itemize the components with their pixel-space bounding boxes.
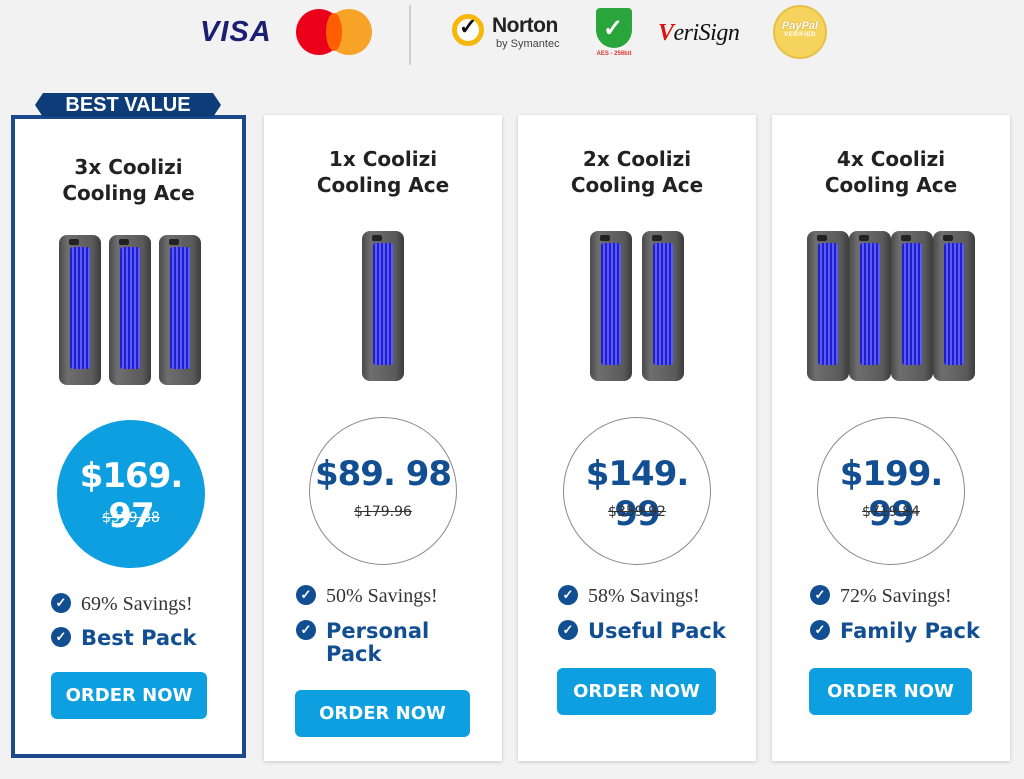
pack-feature: ✓ Family Pack <box>810 620 980 643</box>
check-icon: ✓ <box>51 593 71 613</box>
verisign-logo: VeriSign <box>658 20 740 46</box>
pricing-card-3x: 3x Coolizi Cooling Ace $169. 97 $539.88 … <box>11 115 246 758</box>
check-icon: ✓ <box>51 627 71 647</box>
price: $199. 99 <box>839 454 944 534</box>
order-now-button[interactable]: ORDER NOW <box>809 668 972 715</box>
savings-feature: ✓ 50% Savings! <box>296 585 438 607</box>
visa-logo: VISA <box>200 16 272 48</box>
check-icon: ✓ <box>810 620 830 640</box>
price-circle: $149. 99 $359.92 <box>563 417 711 565</box>
check-icon: ✓ <box>810 585 830 605</box>
old-price: $719.84 <box>862 504 920 520</box>
order-now-button[interactable]: ORDER NOW <box>51 672 207 719</box>
product-image <box>264 231 502 381</box>
old-price: $179.96 <box>354 504 412 520</box>
pricing-card-2x: 2x Coolizi Cooling Ace $149. 99 $359.92 … <box>518 115 756 761</box>
divider <box>409 5 411 65</box>
norton-sub: by Symantec <box>496 38 560 50</box>
price: $149. 99 <box>585 454 690 534</box>
check-icon: ✓ <box>558 620 578 640</box>
order-now-button[interactable]: ORDER NOW <box>295 690 470 737</box>
pack-feature: ✓ Best Pack <box>51 627 197 650</box>
aes-security-badge: ✓ AES - 256bit <box>592 8 636 60</box>
best-value-ribbon: BEST VALUE <box>35 93 221 117</box>
pricing-card-1x: 1x Coolizi Cooling Ace $89. 98 $179.96 ✓… <box>264 115 502 761</box>
card-title: 3x Coolizi Cooling Ace <box>62 155 195 205</box>
card-title: 2x Coolizi Cooling Ace <box>570 147 704 197</box>
card-title: 1x Coolizi Cooling Ace <box>316 147 450 197</box>
product-image <box>15 235 242 385</box>
pack-feature: ✓ Personal Pack <box>296 620 429 666</box>
check-icon: ✓ <box>296 620 316 640</box>
price-circle: $89. 98 $179.96 <box>309 417 457 565</box>
savings-feature: ✓ 72% Savings! <box>810 585 952 607</box>
price-circle: $169. 97 $539.88 <box>57 420 205 568</box>
pricing-card-4x: 4x Coolizi Cooling Ace $199. 99 $719.84 … <box>772 115 1010 761</box>
check-icon: ✓ <box>296 585 316 605</box>
price: $89. 98 <box>314 454 452 494</box>
savings-feature: ✓ 58% Savings! <box>558 585 700 607</box>
product-image <box>772 231 1010 381</box>
pack-feature: ✓ Useful Pack <box>558 620 726 643</box>
paypal-verified-badge: PayPal VERIFIED <box>773 5 827 59</box>
trust-badges-bar: VISA ✓ Norton by Symantec ✓ AES - 256bit… <box>0 0 1024 68</box>
check-icon: ✓ <box>558 585 578 605</box>
savings-feature: ✓ 69% Savings! <box>51 593 193 615</box>
mastercard-logo <box>296 9 374 55</box>
old-price: $539.88 <box>102 510 160 526</box>
order-now-button[interactable]: ORDER NOW <box>557 668 716 715</box>
product-image <box>518 231 756 381</box>
price-circle: $199. 99 $719.84 <box>817 417 965 565</box>
norton-badge: ✓ Norton by Symantec <box>452 12 570 56</box>
old-price: $359.92 <box>608 504 666 520</box>
aes-label: AES - 256bit <box>596 51 632 57</box>
card-title: 4x Coolizi Cooling Ace <box>824 147 958 197</box>
norton-name: Norton <box>492 14 558 37</box>
